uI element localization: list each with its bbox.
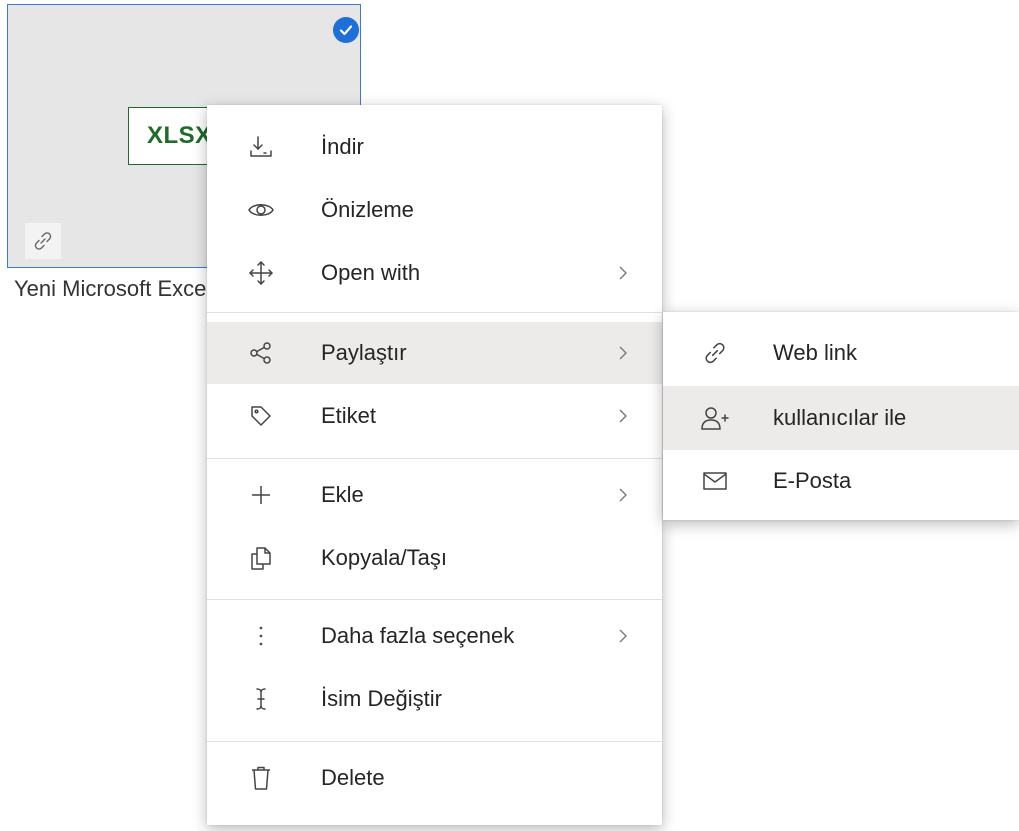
- chevron-right-icon: [615, 322, 631, 384]
- menu-item-label: Daha fazla seçenek: [321, 623, 515, 648]
- menu-item-label: Delete: [321, 765, 385, 790]
- eye-icon: [245, 179, 277, 241]
- submenu-item-with-users[interactable]: kullanıcılar ile: [663, 386, 1019, 450]
- submenu-item-email[interactable]: E-Posta: [663, 450, 1019, 512]
- shared-link-icon: [25, 223, 61, 259]
- submenu-item-label: E-Posta: [773, 468, 852, 493]
- menu-item-delete[interactable]: Delete: [207, 747, 662, 809]
- menu-separator: [207, 599, 662, 600]
- chevron-right-icon: [615, 605, 631, 667]
- submenu-item-label: Web link: [773, 340, 857, 365]
- menu-item-label: Paylaştır: [321, 340, 407, 365]
- menu-item-label: Etiket: [321, 403, 377, 428]
- menu-separator: [207, 741, 662, 742]
- menu-item-add[interactable]: Ekle: [207, 464, 662, 526]
- share-submenu: Web link kullanıcılar ile E-Posta: [663, 312, 1019, 520]
- trash-icon: [245, 747, 277, 809]
- menu-item-label: İndir: [321, 134, 364, 159]
- menu-item-rename[interactable]: İsim Değiştir: [207, 668, 662, 730]
- plus-icon: [245, 464, 277, 526]
- download-icon: [245, 116, 277, 178]
- menu-item-tag[interactable]: Etiket: [207, 385, 662, 447]
- context-menu: İndir Önizleme Open with Paylaştır Etike…: [207, 105, 662, 825]
- menu-item-download[interactable]: İndir: [207, 116, 662, 178]
- menu-item-label: İsim Değiştir: [321, 686, 443, 711]
- menu-item-label: Kopyala/Taşı: [321, 545, 447, 570]
- menu-item-more-options[interactable]: Daha fazla seçenek: [207, 605, 662, 667]
- text-cursor-icon: [245, 668, 277, 730]
- menu-item-preview[interactable]: Önizleme: [207, 179, 662, 241]
- menu-item-share[interactable]: Paylaştır: [207, 322, 662, 384]
- menu-item-label: Önizleme: [321, 197, 414, 222]
- selected-check-icon[interactable]: [333, 17, 359, 43]
- chevron-right-icon: [615, 464, 631, 526]
- file-name-label[interactable]: Yeni Microsoft Excel Çalışma Sayfası.xls…: [14, 276, 210, 302]
- menu-item-label: Open with: [321, 260, 421, 285]
- add-user-icon: [699, 386, 731, 450]
- chevron-right-icon: [615, 242, 631, 304]
- move-arrows-icon: [245, 242, 277, 304]
- share-icon: [245, 322, 277, 384]
- menu-separator: [207, 458, 662, 459]
- chevron-right-icon: [615, 385, 631, 447]
- tag-icon: [245, 385, 277, 447]
- menu-item-copy-move[interactable]: Kopyala/Taşı: [207, 527, 662, 589]
- more-vertical-icon: [245, 605, 277, 667]
- submenu-item-label: kullanıcılar ile: [773, 405, 907, 430]
- menu-separator: [207, 312, 662, 313]
- copy-icon: [245, 527, 277, 589]
- menu-item-open-with[interactable]: Open with: [207, 242, 662, 304]
- submenu-item-web-link[interactable]: Web link: [663, 322, 1019, 384]
- mail-icon: [699, 450, 731, 512]
- link-icon: [699, 322, 731, 384]
- menu-item-label: Ekle: [321, 482, 364, 507]
